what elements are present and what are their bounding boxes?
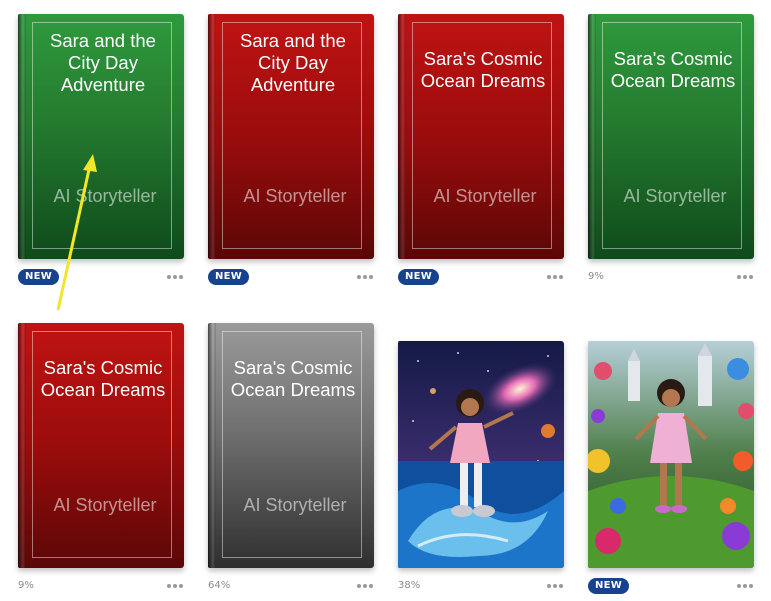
more-options-button[interactable] <box>546 270 566 284</box>
more-options-button[interactable] <box>166 270 186 284</box>
book-author: AI Storyteller <box>623 186 727 206</box>
more-options-button[interactable] <box>356 579 376 593</box>
book-author: AI Storyteller <box>53 186 157 206</box>
new-badge: NEW <box>398 269 440 285</box>
book-title: Sara's Cosmic Ocean Dreams <box>420 48 546 91</box>
book-author: AI Storyteller <box>243 186 347 206</box>
book-title: Sara's Cosmic Ocean Dreams <box>40 357 166 400</box>
reading-progress: 9% <box>18 580 34 591</box>
book-cover[interactable]: Sara's Cosmic Ocean Dreams AI Storytelle… <box>588 14 754 259</box>
reading-progress: 64% <box>208 580 231 591</box>
book-author: AI Storyteller <box>53 495 157 515</box>
more-options-button[interactable] <box>546 579 566 593</box>
book-spine <box>18 323 26 568</box>
girl-in-space-ocean-illustration <box>398 341 564 568</box>
book-title: Sara's Cosmic Ocean Dreams <box>610 48 736 91</box>
more-options-button[interactable] <box>736 270 756 284</box>
book-cover[interactable] <box>588 341 754 568</box>
reading-progress: 38% <box>398 580 421 591</box>
book-spine <box>588 14 596 259</box>
book-cover[interactable] <box>398 341 564 568</box>
book-cover[interactable]: Sara's Cosmic Ocean Dreams AI Storytelle… <box>208 323 374 568</box>
book-spine <box>208 323 216 568</box>
girl-in-flower-garden-illustration <box>588 341 754 568</box>
book-cover[interactable]: Sara's Cosmic Ocean Dreams AI Storytelle… <box>18 323 184 568</box>
book-title: Sara's Cosmic Ocean Dreams <box>230 357 356 400</box>
book-title: Sara and the City Day Adventure <box>50 30 156 95</box>
more-options-button[interactable] <box>356 270 376 284</box>
more-options-button[interactable] <box>166 579 186 593</box>
book-spine <box>208 14 216 259</box>
new-badge: NEW <box>18 269 60 285</box>
book-cover[interactable]: Sara's Cosmic Ocean Dreams AI Storytelle… <box>398 14 564 259</box>
reading-progress: 9% <box>588 271 604 282</box>
more-options-button[interactable] <box>736 579 756 593</box>
book-author: AI Storyteller <box>243 495 347 515</box>
book-spine <box>18 14 26 259</box>
book-title: Sara and the City Day Adventure <box>240 30 346 95</box>
book-spine <box>398 14 406 259</box>
new-badge: NEW <box>208 269 250 285</box>
book-cover[interactable]: Sara and the City Day Adventure AI Story… <box>18 14 184 259</box>
book-cover[interactable]: Sara and the City Day Adventure AI Story… <box>208 14 374 259</box>
new-badge: NEW <box>588 578 630 594</box>
book-author: AI Storyteller <box>433 186 537 206</box>
